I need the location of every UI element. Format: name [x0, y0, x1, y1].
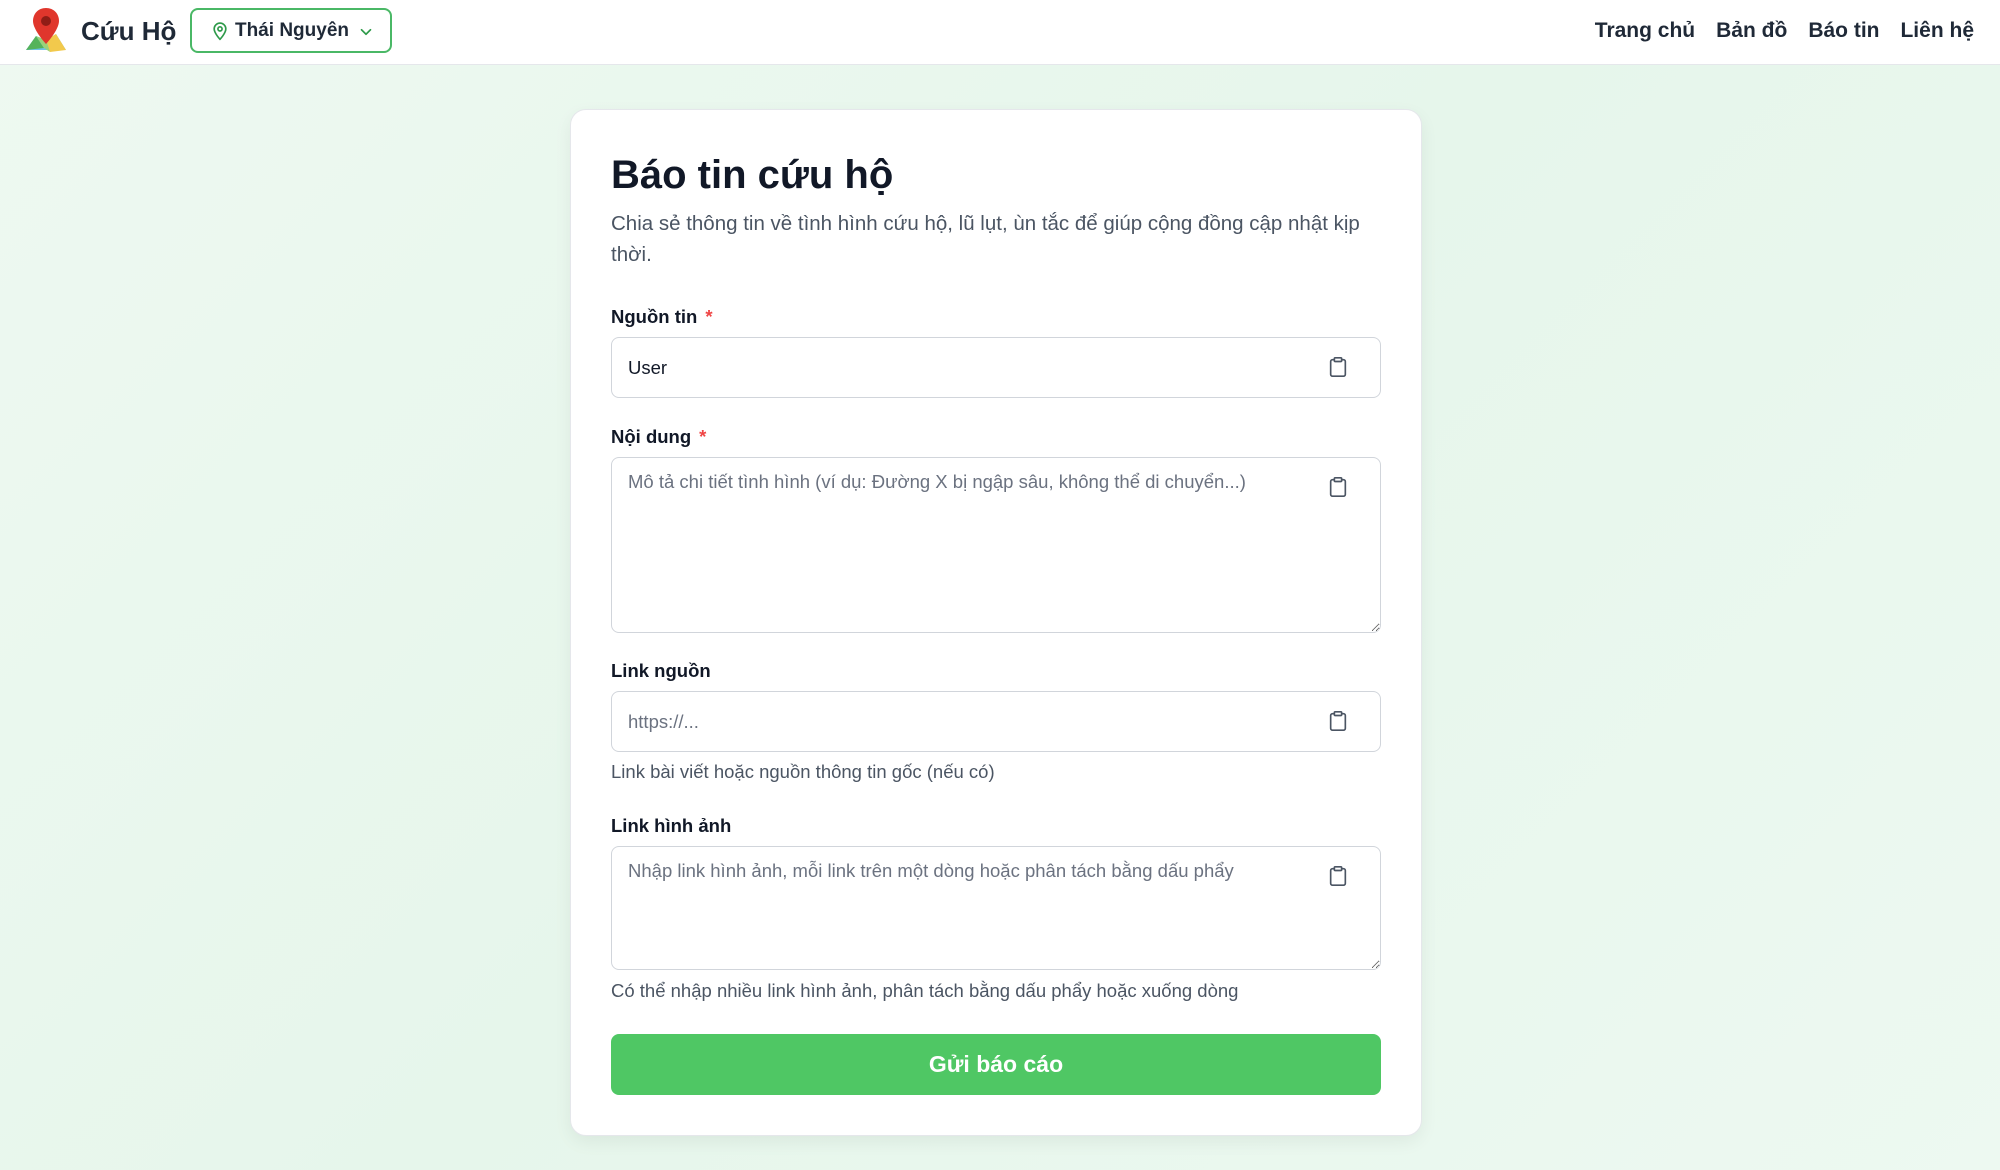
source-label-text: Nguồn tin [611, 306, 698, 327]
map-pin-icon [213, 22, 227, 41]
map-pin-logo-icon[interactable] [24, 6, 68, 54]
nav-map[interactable]: Bản đồ [1716, 16, 1787, 46]
source-link-hint: Link bài viết hoặc nguồn thông tin gốc (… [611, 761, 995, 782]
top-nav-bar: Cứu Hộ Thái Nguyên Trang chủ Bản đồ Báo … [0, 0, 2000, 65]
source-input[interactable] [611, 337, 1381, 398]
source-label: Nguồn tin * [611, 305, 713, 329]
nav-contact[interactable]: Liên hệ [1900, 16, 1974, 46]
required-mark: * [699, 426, 707, 447]
nav-report[interactable]: Báo tin [1808, 16, 1879, 46]
content-label-text: Nội dung [611, 426, 692, 447]
content-label: Nội dung * [611, 425, 706, 449]
page-title: Báo tin cứu hộ [611, 153, 894, 197]
image-links-hint: Có thể nhập nhiều link hình ảnh, phân tá… [611, 980, 1239, 1001]
main-nav: Trang chủ Bản đồ Báo tin Liên hệ [1574, 16, 1974, 46]
clipboard-icon[interactable] [1327, 356, 1349, 378]
clipboard-icon[interactable] [1327, 865, 1349, 887]
location-label: Thái Nguyên [235, 20, 350, 41]
image-links-textarea[interactable] [611, 846, 1381, 970]
chevron-down-icon [360, 28, 372, 36]
nav-home[interactable]: Trang chủ [1595, 16, 1695, 46]
clipboard-icon[interactable] [1327, 710, 1349, 732]
clipboard-icon[interactable] [1327, 476, 1349, 498]
page-subtitle: Chia sẻ thông tin về tình hình cứu hộ, l… [611, 212, 1360, 266]
content-textarea[interactable] [611, 457, 1381, 633]
source-link-label: Link nguồn [611, 660, 711, 681]
report-form-card: Báo tin cứu hộ Chia sẻ thông tin về tình… [570, 109, 1422, 1136]
brand-name[interactable]: Cứu Hộ [81, 14, 176, 48]
required-mark: * [705, 306, 713, 327]
location-select[interactable]: Thái Nguyên [190, 8, 392, 53]
submit-report-button[interactable]: Gửi báo cáo [611, 1034, 1381, 1095]
image-links-label: Link hình ảnh [611, 815, 732, 836]
source-link-input[interactable] [611, 691, 1381, 752]
